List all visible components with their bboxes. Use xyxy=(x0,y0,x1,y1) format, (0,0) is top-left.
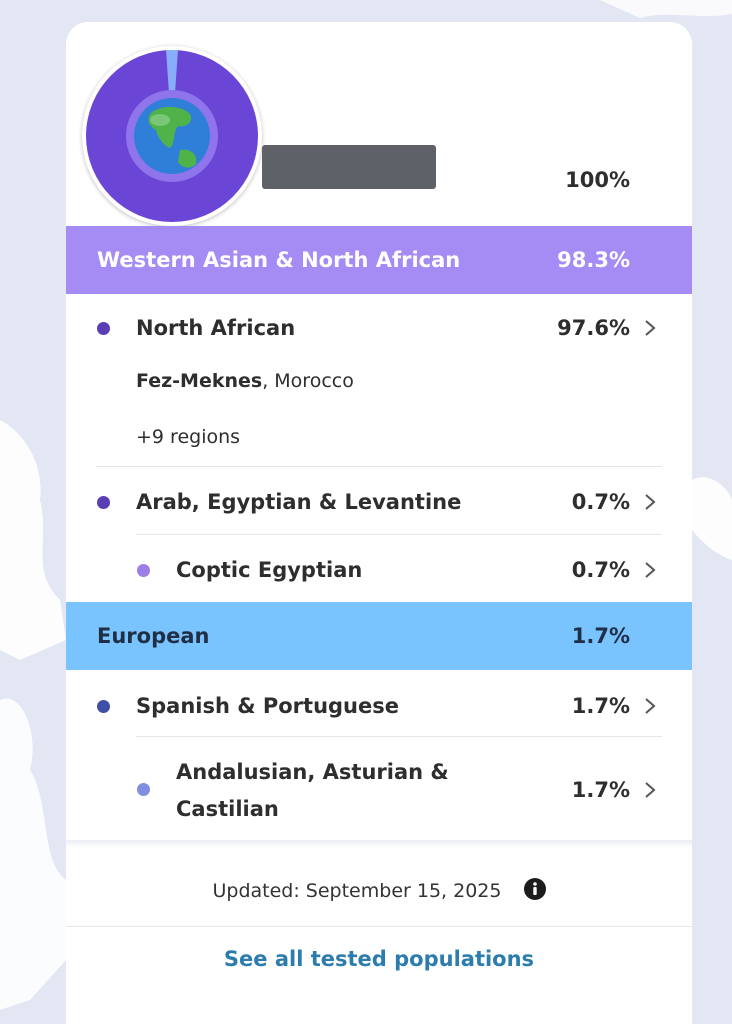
population-dot xyxy=(97,700,110,713)
chevron-right-icon[interactable] xyxy=(640,780,660,800)
population-label-line2: Castilian xyxy=(176,797,279,821)
population-coptic-egyptian[interactable]: Coptic Egyptian 0.7% xyxy=(66,536,692,604)
chevron-right-icon[interactable] xyxy=(640,318,660,338)
divider xyxy=(96,466,662,467)
region-text: Fez-Meknes, Morocco xyxy=(136,370,354,392)
population-spanish-portuguese[interactable]: Spanish & Portuguese 1.7% xyxy=(66,670,692,738)
group-percent: 98.3% xyxy=(557,248,630,272)
population-dot xyxy=(137,564,150,577)
divider xyxy=(66,926,692,927)
group-label: European xyxy=(97,624,210,648)
population-label: Coptic Egyptian xyxy=(176,558,363,582)
population-dot xyxy=(137,783,150,796)
updated-line: Updated: September 15, 2025 xyxy=(66,878,692,902)
population-north-african[interactable]: North African 97.6% Fez-Meknes, Morocco … xyxy=(66,294,692,466)
ancestry-badge xyxy=(82,46,262,226)
population-percent: 0.7% xyxy=(571,490,630,514)
chevron-right-icon[interactable] xyxy=(640,492,660,512)
region-bold: Fez-Meknes xyxy=(136,370,263,392)
chevron-right-icon[interactable] xyxy=(640,560,660,580)
group-european: European 1.7% xyxy=(66,602,692,670)
population-percent: 0.7% xyxy=(571,558,630,582)
region-rest: , Morocco xyxy=(262,370,354,392)
divider xyxy=(136,534,662,535)
population-label: Arab, Egyptian & Levantine xyxy=(136,490,462,514)
see-all-populations-link[interactable]: See all tested populations xyxy=(66,947,692,971)
more-regions-link[interactable]: +9 regions xyxy=(136,426,240,448)
updated-text: Updated: September 15, 2025 xyxy=(212,880,502,902)
group-western-asian-north-african: Western Asian & North African 98.3% xyxy=(66,226,692,294)
population-percent: 1.7% xyxy=(571,694,630,718)
redacted-name xyxy=(262,145,436,189)
population-label: Spanish & Portuguese xyxy=(136,694,399,718)
total-percent: 100% xyxy=(565,168,630,192)
population-dot xyxy=(97,322,110,335)
group-percent: 1.7% xyxy=(571,624,630,648)
chevron-right-icon[interactable] xyxy=(640,696,660,716)
globe-icon xyxy=(86,50,258,222)
group-label: Western Asian & North African xyxy=(97,248,461,272)
footer-separator xyxy=(66,840,692,848)
population-percent: 1.7% xyxy=(571,778,630,802)
population-label: North African xyxy=(136,316,296,340)
divider xyxy=(136,736,662,737)
population-percent: 97.6% xyxy=(557,316,630,340)
population-label-line1: Andalusian, Asturian & xyxy=(176,760,449,784)
ancestry-card: 100% Western Asian & North African 98.3%… xyxy=(66,22,692,1024)
population-arab-egyptian-levantine[interactable]: Arab, Egyptian & Levantine 0.7% xyxy=(66,468,692,536)
population-andalusian-asturian-castilian[interactable]: Andalusian, Asturian & Castilian 1.7% xyxy=(66,738,692,838)
info-icon[interactable] xyxy=(523,878,546,900)
population-dot xyxy=(97,496,110,509)
